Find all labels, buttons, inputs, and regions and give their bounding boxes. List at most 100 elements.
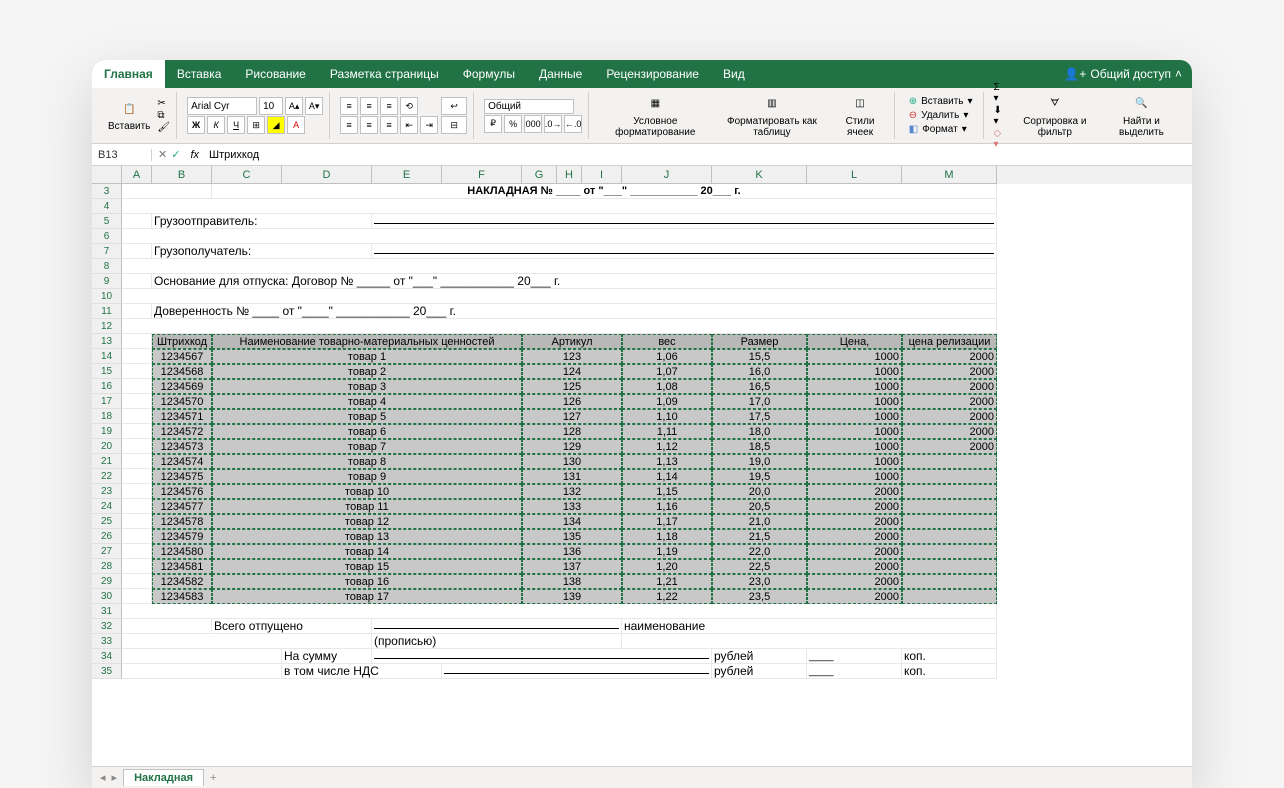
cell[interactable]: ____ bbox=[807, 664, 902, 679]
decrease-decimal-button[interactable]: ←.0 bbox=[564, 115, 582, 133]
td-code[interactable]: 1234568 bbox=[152, 364, 212, 379]
cell[interactable] bbox=[122, 199, 997, 214]
kop-label[interactable]: коп. bbox=[902, 649, 997, 664]
td-wt[interactable]: 1,09 bbox=[622, 394, 712, 409]
kop-blank[interactable]: ____ bbox=[807, 649, 902, 664]
tab-prev-icon[interactable]: ◂ bbox=[100, 771, 106, 784]
cell[interactable] bbox=[372, 619, 622, 634]
td-price[interactable]: 2000 bbox=[807, 499, 902, 514]
font-color-button[interactable]: A bbox=[287, 116, 305, 134]
cell[interactable] bbox=[122, 379, 152, 394]
td-wt[interactable]: 1,16 bbox=[622, 499, 712, 514]
col-header-D[interactable]: D bbox=[282, 166, 372, 184]
td-sale[interactable] bbox=[902, 469, 997, 484]
comma-button[interactable]: 000 bbox=[524, 115, 542, 133]
row-header-11[interactable]: 11 bbox=[92, 304, 122, 319]
tab-formulas[interactable]: Формулы bbox=[451, 60, 527, 88]
currency-button[interactable]: ₽ bbox=[484, 115, 502, 133]
td-price[interactable]: 1000 bbox=[807, 439, 902, 454]
td-code[interactable]: 1234577 bbox=[152, 499, 212, 514]
td-code[interactable]: 1234573 bbox=[152, 439, 212, 454]
td-sale[interactable]: 2000 bbox=[902, 364, 997, 379]
col-header-G[interactable]: G bbox=[522, 166, 557, 184]
merge-button[interactable]: ⊟ bbox=[441, 116, 467, 134]
cell[interactable] bbox=[122, 499, 152, 514]
row-header-30[interactable]: 30 bbox=[92, 589, 122, 604]
td-sale[interactable]: 2000 bbox=[902, 394, 997, 409]
cell[interactable] bbox=[122, 514, 152, 529]
col-header-C[interactable]: C bbox=[212, 166, 282, 184]
in-words-label[interactable]: (прописью) bbox=[372, 634, 622, 649]
row-header-28[interactable]: 28 bbox=[92, 559, 122, 574]
td-price[interactable]: 1000 bbox=[807, 424, 902, 439]
td-size[interactable]: 19,0 bbox=[712, 454, 807, 469]
cell[interactable] bbox=[622, 634, 997, 649]
fill-button[interactable]: ⬇ ▾ bbox=[994, 105, 1007, 127]
td-art[interactable]: 139 bbox=[522, 589, 622, 604]
td-wt[interactable]: 1,14 bbox=[622, 469, 712, 484]
col-header-A[interactable]: A bbox=[122, 166, 152, 184]
td-sale[interactable] bbox=[902, 559, 997, 574]
td-sale[interactable] bbox=[902, 574, 997, 589]
td-wt[interactable]: 1,06 bbox=[622, 349, 712, 364]
receiver-line[interactable] bbox=[372, 244, 997, 259]
row-header-16[interactable]: 16 bbox=[92, 379, 122, 394]
cell[interactable] bbox=[122, 574, 152, 589]
cell[interactable] bbox=[122, 184, 212, 199]
row-header-27[interactable]: 27 bbox=[92, 544, 122, 559]
doc-title[interactable]: НАКЛАДНАЯ № ____ от "___" ___________ 20… bbox=[212, 184, 997, 199]
td-size[interactable]: 21,5 bbox=[712, 529, 807, 544]
td-name[interactable]: товар 5 bbox=[212, 409, 522, 424]
align-middle-button[interactable]: ≡ bbox=[360, 97, 378, 115]
td-wt[interactable]: 1,12 bbox=[622, 439, 712, 454]
td-name[interactable]: товар 10 bbox=[212, 484, 522, 499]
row-header-32[interactable]: 32 bbox=[92, 619, 122, 634]
cell[interactable] bbox=[122, 469, 152, 484]
receiver-label[interactable]: Грузополучатель: bbox=[152, 244, 372, 259]
td-price[interactable]: 2000 bbox=[807, 514, 902, 529]
insert-cells-button[interactable]: ⊕Вставить ▾ bbox=[905, 95, 977, 108]
bold-button[interactable]: Ж bbox=[187, 116, 205, 134]
sum-for-label[interactable]: На сумму bbox=[282, 649, 372, 664]
col-header-I[interactable]: I bbox=[582, 166, 622, 184]
td-sale[interactable]: 2000 bbox=[902, 439, 997, 454]
td-price[interactable]: 2000 bbox=[807, 544, 902, 559]
td-name[interactable]: товар 16 bbox=[212, 574, 522, 589]
cut-icon[interactable]: ✂ bbox=[157, 98, 170, 109]
td-name[interactable]: товар 13 bbox=[212, 529, 522, 544]
td-price[interactable]: 2000 bbox=[807, 574, 902, 589]
td-code[interactable]: 1234576 bbox=[152, 484, 212, 499]
sort-filter-button[interactable]: ᗊ Сортировка и фильтр bbox=[1010, 92, 1100, 140]
format-cells-button[interactable]: ◧Формат ▾ bbox=[905, 123, 977, 136]
vat-label[interactable]: в том числе НДС bbox=[282, 664, 442, 679]
increase-font-button[interactable]: A▴ bbox=[285, 97, 303, 115]
td-size[interactable]: 19,5 bbox=[712, 469, 807, 484]
paste-button[interactable]: 📋 Вставить bbox=[104, 97, 154, 134]
td-size[interactable]: 22,0 bbox=[712, 544, 807, 559]
cell[interactable] bbox=[122, 589, 152, 604]
td-price[interactable]: 1000 bbox=[807, 394, 902, 409]
td-wt[interactable]: 1,18 bbox=[622, 529, 712, 544]
cell[interactable]: рублей bbox=[712, 664, 807, 679]
cell[interactable] bbox=[122, 214, 152, 229]
tab-review[interactable]: Рецензирование bbox=[594, 60, 711, 88]
percent-button[interactable]: % bbox=[504, 115, 522, 133]
td-name[interactable]: товар 15 bbox=[212, 559, 522, 574]
wrap-text-button[interactable]: ↩ bbox=[441, 97, 467, 115]
td-wt[interactable]: 1,10 bbox=[622, 409, 712, 424]
td-wt[interactable]: 1,07 bbox=[622, 364, 712, 379]
cell[interactable] bbox=[122, 319, 997, 334]
td-sale[interactable]: 2000 bbox=[902, 424, 997, 439]
cell[interactable] bbox=[122, 409, 152, 424]
td-name[interactable]: товар 17 bbox=[212, 589, 522, 604]
td-size[interactable]: 23,5 bbox=[712, 589, 807, 604]
cell[interactable] bbox=[122, 454, 152, 469]
conditional-format-button[interactable]: ▦ Условное форматирование bbox=[599, 92, 711, 140]
row-header-33[interactable]: 33 bbox=[92, 634, 122, 649]
cell[interactable] bbox=[122, 649, 282, 664]
cell[interactable] bbox=[122, 439, 152, 454]
td-sale[interactable]: 2000 bbox=[902, 409, 997, 424]
td-art[interactable]: 127 bbox=[522, 409, 622, 424]
col-header-J[interactable]: J bbox=[622, 166, 712, 184]
select-all-corner[interactable] bbox=[92, 166, 122, 184]
